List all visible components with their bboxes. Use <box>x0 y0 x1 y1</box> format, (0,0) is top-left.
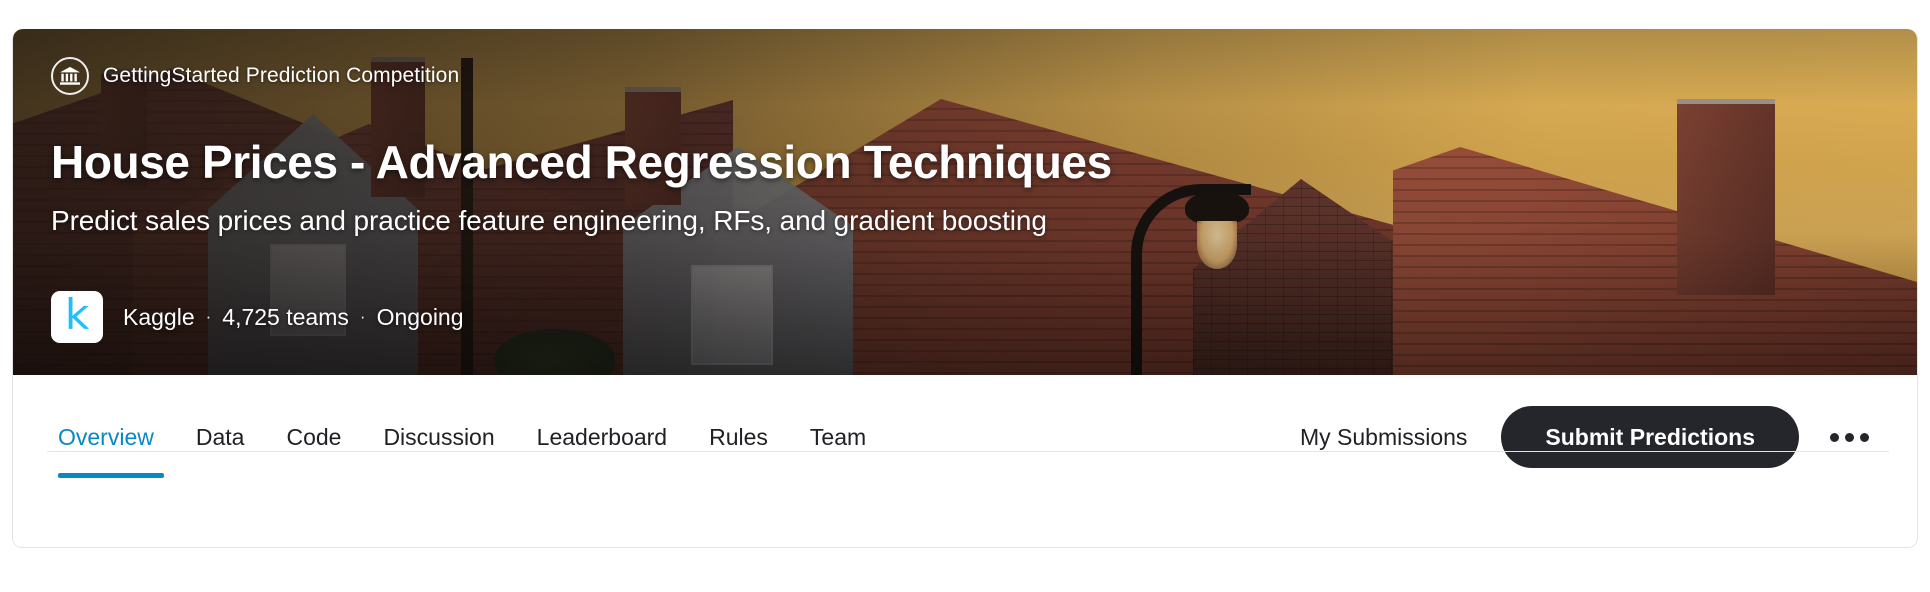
submit-predictions-button[interactable]: Submit Predictions <box>1501 406 1799 468</box>
tab-overview[interactable]: Overview <box>47 396 175 478</box>
page-title: House Prices - Advanced Regression Techn… <box>51 136 1112 188</box>
hero-content: GettingStarted Prediction Competition Ho… <box>51 29 1917 375</box>
nav-actions: My Submissions Submit Predictions <box>1278 406 1885 468</box>
kaggle-logo-icon: k <box>51 291 103 343</box>
my-submissions-link[interactable]: My Submissions <box>1278 424 1489 451</box>
more-dot-1 <box>1829 432 1839 442</box>
tab-rules[interactable]: Rules <box>688 396 789 478</box>
more-dot-2 <box>1844 432 1854 442</box>
tab-list: Overview Data Code Discussion Leaderboar… <box>47 351 887 523</box>
tab-discussion[interactable]: Discussion <box>362 396 515 478</box>
competition-navbar: Overview Data Code Discussion Leaderboar… <box>13 375 1917 547</box>
teams-count: 4,725 teams <box>222 303 349 330</box>
meta-separator-1: · <box>205 306 212 326</box>
tab-data[interactable]: Data <box>175 396 266 478</box>
tab-code[interactable]: Code <box>265 396 362 478</box>
hero-banner: GettingStarted Prediction Competition Ho… <box>13 29 1917 375</box>
tab-leaderboard[interactable]: Leaderboard <box>516 396 688 478</box>
competition-status: Ongoing <box>376 303 464 330</box>
competition-type-label: GettingStarted Prediction Competition <box>103 64 460 87</box>
competition-meta-text: Kaggle · 4,725 teams · Ongoing <box>123 304 464 331</box>
competition-card: GettingStarted Prediction Competition Ho… <box>12 29 1918 548</box>
navbar-bottom-border <box>47 451 1889 452</box>
meta-separator-2: · <box>359 306 366 326</box>
competition-page: GettingStarted Prediction Competition Ho… <box>0 0 1930 592</box>
organizer-name: Kaggle <box>123 303 195 330</box>
page-subtitle: Predict sales prices and practice featur… <box>51 205 1047 236</box>
kaggle-logo-letter: k <box>64 290 90 339</box>
competition-meta: k Kaggle · 4,725 teams · Ongoing <box>51 291 464 343</box>
ellipsis-horizontal-icon[interactable] <box>1825 413 1873 461</box>
competition-type-badge: GettingStarted Prediction Competition <box>51 57 459 95</box>
more-dot-3 <box>1859 432 1869 442</box>
tab-team[interactable]: Team <box>789 396 887 478</box>
bank-icon <box>51 57 89 95</box>
